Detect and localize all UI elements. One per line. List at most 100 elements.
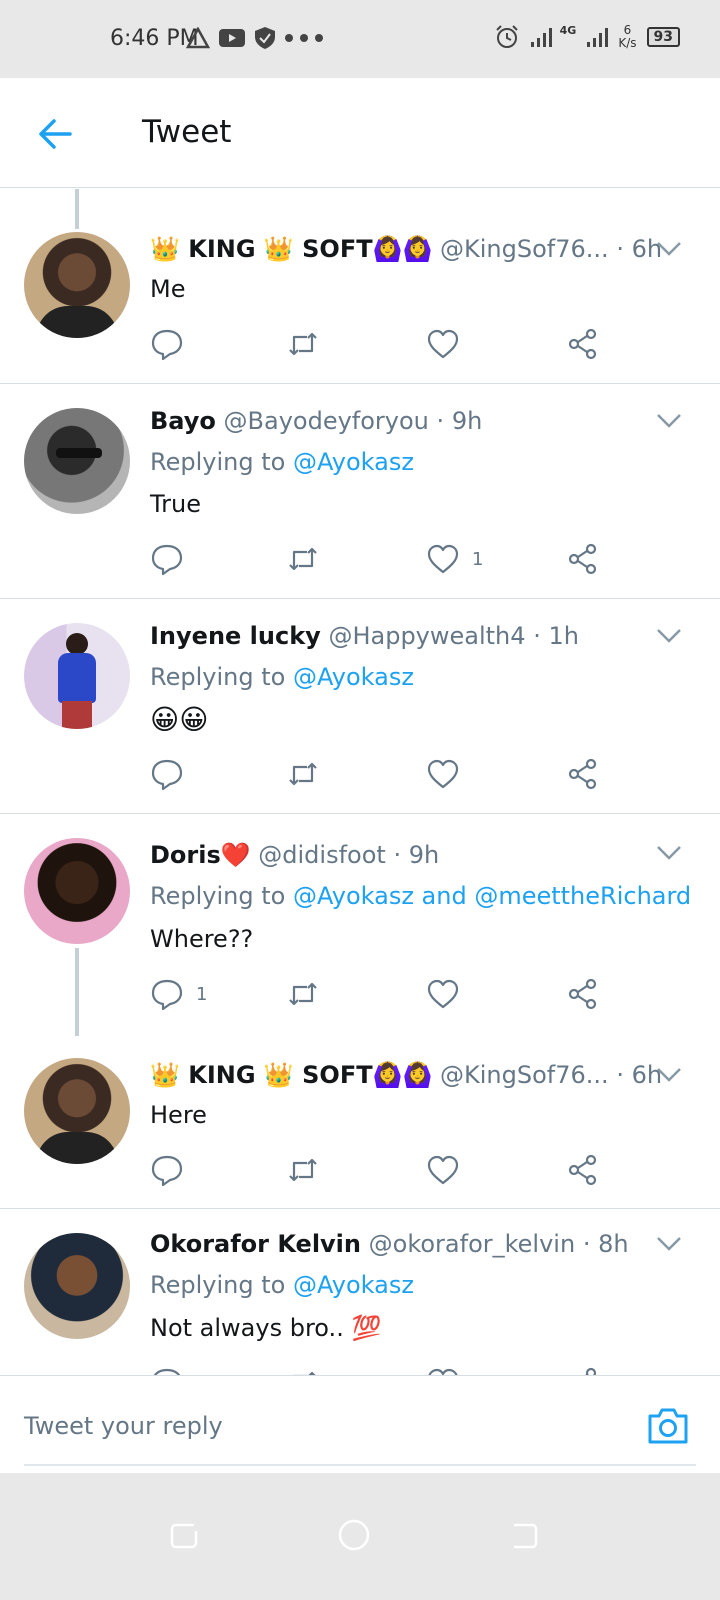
reply-button[interactable]: 1 — [150, 976, 207, 1012]
tweet-text: Me — [150, 275, 186, 303]
heart-icon — [427, 979, 459, 1009]
app-header: Tweet — [0, 78, 720, 188]
author-name[interactable]: Okorafor Kelvin — [150, 1230, 361, 1258]
share-icon — [568, 758, 597, 790]
tweet-actions — [150, 1152, 620, 1188]
avatar[interactable] — [24, 1058, 130, 1164]
tweet-item[interactable]: 👑 KING 👑 SOFT🙆‍♀️🙆‍♀️ @KingSof76... · 6h… — [0, 189, 720, 384]
like-button[interactable] — [426, 756, 472, 792]
like-button[interactable] — [426, 976, 472, 1012]
heart-icon — [427, 329, 459, 359]
tweet-item[interactable]: Okorafor Kelvin @okorafor_kelvin · 8h Re… — [0, 1209, 720, 1375]
share-button[interactable] — [566, 541, 600, 577]
reply-button[interactable] — [150, 541, 196, 577]
shield-icon — [255, 27, 275, 49]
heart-icon — [427, 759, 459, 789]
share-icon — [568, 543, 597, 575]
comment-icon — [151, 979, 183, 1011]
share-button[interactable] — [566, 1152, 600, 1188]
home-icon[interactable] — [336, 1517, 372, 1553]
network-type: 4G — [559, 23, 577, 37]
chevron-down-icon[interactable] — [656, 845, 682, 861]
retweet-button[interactable] — [286, 756, 320, 792]
tweet-actions: 1 — [150, 976, 620, 1012]
reply-mention-link[interactable]: @Ayokasz and @meettheRichard — [293, 882, 691, 910]
like-button[interactable] — [426, 326, 472, 362]
chevron-down-icon[interactable] — [656, 241, 682, 257]
author-name[interactable]: 👑 KING 👑 SOFT🙆‍♀️🙆‍♀️ — [150, 1061, 432, 1089]
like-button[interactable] — [426, 1152, 472, 1188]
tweet-time: 9h — [408, 841, 440, 869]
tweet-item[interactable]: 👑 KING 👑 SOFT🙆‍♀️🙆‍♀️ @KingSof76... · 6h… — [0, 1036, 720, 1209]
reply-button[interactable] — [150, 326, 196, 362]
retweet-icon — [289, 762, 317, 786]
more-dots-icon — [285, 34, 323, 42]
avatar[interactable] — [24, 232, 130, 338]
reply-mention-link[interactable]: @Ayokasz — [293, 1271, 414, 1299]
replying-to: Replying to @Ayokasz — [150, 448, 414, 476]
tweet-text: Here — [150, 1101, 207, 1129]
reply-button[interactable] — [150, 756, 196, 792]
author-handle[interactable]: @KingSof76... — [440, 1061, 609, 1089]
recent-apps-icon[interactable] — [166, 1517, 202, 1553]
back-arrow-icon[interactable] — [36, 114, 76, 154]
tweet-text: 😀😀 — [150, 703, 209, 736]
chevron-down-icon[interactable] — [656, 1067, 682, 1083]
back-icon[interactable] — [506, 1517, 542, 1553]
heart-icon — [427, 544, 459, 574]
system-nav-bar — [0, 1473, 720, 1600]
reply-mention-link[interactable]: @Ayokasz — [293, 448, 414, 476]
replies-feed[interactable]: 👑 KING 👑 SOFT🙆‍♀️🙆‍♀️ @KingSof76... · 6h… — [0, 189, 720, 1375]
share-button[interactable] — [566, 756, 600, 792]
retweet-button[interactable] — [286, 541, 320, 577]
author-handle[interactable]: @didisfoot — [258, 841, 386, 869]
tweet-item[interactable]: Doris❤️ @didisfoot · 9h Replying to @Ayo… — [0, 814, 720, 1036]
like-button[interactable] — [426, 1365, 472, 1375]
chevron-down-icon[interactable] — [656, 628, 682, 644]
tweet-actions — [150, 326, 620, 362]
camera-icon[interactable] — [646, 1406, 690, 1446]
tweet-text: True — [150, 490, 201, 518]
author-name[interactable]: Doris❤️ — [150, 841, 251, 869]
tweet-item[interactable]: Inyene lucky @Happywealth4 · 1h Replying… — [0, 599, 720, 814]
avatar[interactable] — [24, 623, 130, 729]
share-button[interactable] — [566, 976, 600, 1012]
retweet-button[interactable] — [286, 976, 320, 1012]
replying-to: Replying to @Ayokasz — [150, 663, 414, 691]
author-handle[interactable]: @KingSof76... — [440, 235, 609, 263]
retweet-button[interactable] — [286, 1365, 320, 1375]
share-icon — [568, 1154, 597, 1186]
page-title: Tweet — [142, 114, 232, 150]
author-name[interactable]: Inyene lucky — [150, 622, 321, 650]
avatar[interactable] — [24, 1233, 130, 1339]
author-name[interactable]: Bayo — [150, 407, 216, 435]
tweet-text: Not always bro.. 💯 — [150, 1314, 382, 1342]
tweet-item[interactable]: Bayo @Bayodeyforyou · 9h Replying to @Ay… — [0, 384, 720, 599]
retweet-button[interactable] — [286, 326, 320, 362]
reply-input[interactable]: Tweet your reply — [24, 1412, 223, 1440]
author-handle[interactable]: @Happywealth4 — [328, 622, 525, 650]
retweet-button[interactable] — [286, 1152, 320, 1188]
chevron-down-icon[interactable] — [656, 413, 682, 429]
tweet-actions — [150, 756, 620, 792]
author-name[interactable]: 👑 KING 👑 SOFT🙆‍♀️🙆‍♀️ — [150, 235, 432, 263]
share-icon — [568, 328, 597, 360]
reply-button[interactable] — [150, 1365, 196, 1375]
tweet-actions: 1 — [150, 541, 620, 577]
chevron-down-icon[interactable] — [656, 1236, 682, 1252]
share-button[interactable] — [566, 1365, 600, 1375]
share-icon — [568, 978, 597, 1010]
notification-icons — [186, 26, 324, 50]
author-handle[interactable]: @Bayodeyforyou — [224, 407, 429, 435]
like-button[interactable]: 1 — [426, 541, 483, 577]
reply-mention-link[interactable]: @Ayokasz — [293, 663, 414, 691]
author-handle[interactable]: @okorafor_kelvin — [369, 1230, 576, 1258]
avatar[interactable] — [24, 408, 130, 514]
comment-icon — [151, 759, 183, 791]
avatar[interactable] — [24, 838, 130, 944]
retweet-icon — [289, 982, 317, 1006]
share-button[interactable] — [566, 326, 600, 362]
reply-button[interactable] — [150, 1152, 196, 1188]
retweet-icon — [289, 332, 317, 356]
tweet-time: 1h — [548, 622, 579, 650]
